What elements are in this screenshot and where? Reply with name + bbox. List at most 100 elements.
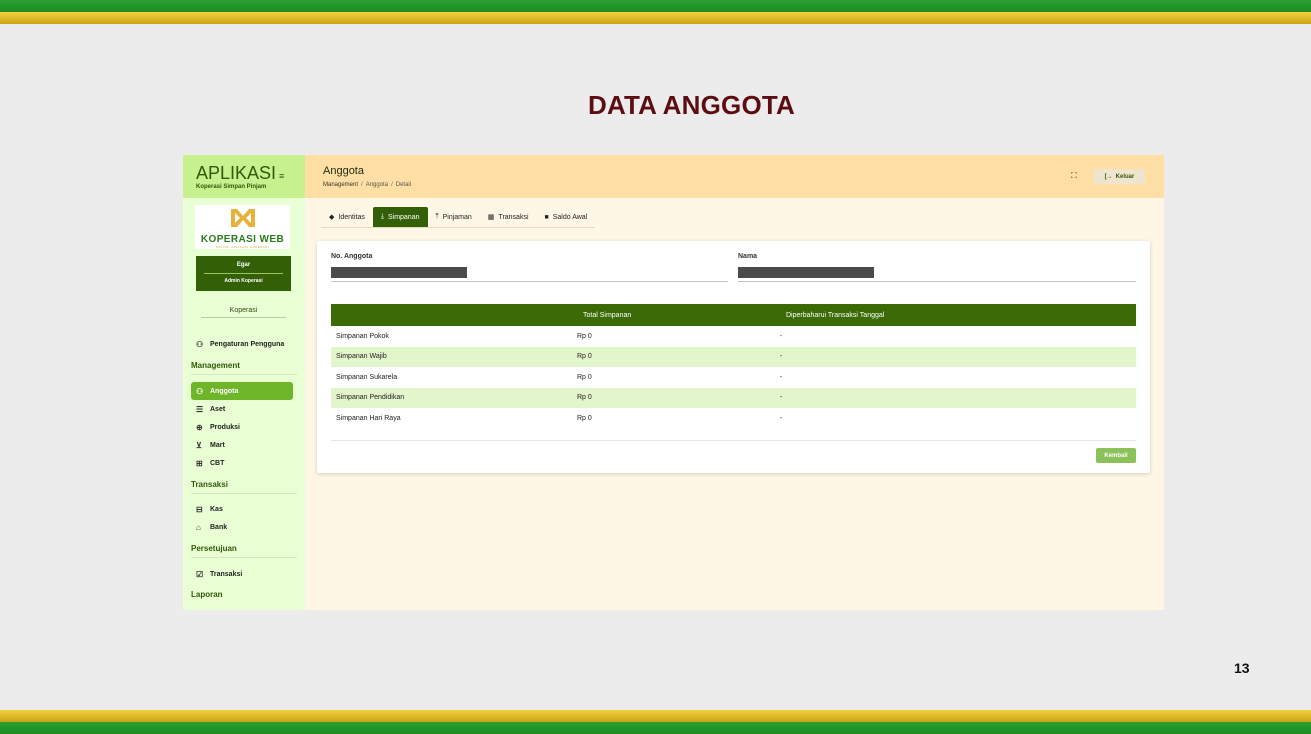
tag-icon: ◆ bbox=[329, 214, 335, 221]
building-icon: ⊞ bbox=[196, 458, 203, 468]
tab-saldo-awal[interactable]: ■ Saldo Awal bbox=[537, 207, 596, 227]
slide-title: DATA ANGGOTA bbox=[588, 90, 795, 120]
card-divider bbox=[331, 440, 1136, 441]
table-header: Total Simpanan Diperbaharui Transaksi Ta… bbox=[331, 304, 1136, 326]
tab-bar: ◆ Identitas ⤓ Simpanan ⤒ Pinjaman ▦ Tran… bbox=[321, 207, 596, 228]
download-icon: ⤓ bbox=[380, 213, 384, 220]
tab-simpanan[interactable]: ⤓ Simpanan bbox=[372, 207, 428, 227]
table-cell: - bbox=[780, 332, 783, 340]
table-cell: Rp 0 bbox=[577, 332, 592, 340]
users-icon: ⚇ bbox=[196, 339, 204, 349]
no-anggota-value-redacted bbox=[331, 267, 467, 278]
sidebar-item-label: Anggota bbox=[210, 387, 239, 395]
org-label[interactable]: Koperasi bbox=[201, 307, 286, 318]
sidebar-item-mart[interactable]: ⊻ Mart bbox=[191, 436, 293, 454]
section-transaksi: Transaksi bbox=[191, 480, 228, 489]
sidebar-item-label: Bank bbox=[210, 523, 228, 531]
app-window: APLIKASI Koperasi Simpan Pinjam ≡ KOPERA… bbox=[183, 155, 1164, 610]
tab-pinjaman[interactable]: ⤒ Pinjaman bbox=[428, 207, 480, 227]
sidebar-item-label: Kas bbox=[210, 505, 223, 513]
fullscreen-icon[interactable]: ⛶ bbox=[1071, 171, 1077, 181]
table-cell: Simpanan Sukarela bbox=[336, 373, 398, 381]
page-title: Anggota bbox=[323, 165, 364, 177]
logout-icon: [→ bbox=[1104, 173, 1113, 180]
table-cell: - bbox=[780, 414, 783, 422]
table-cell: Simpanan Pokok bbox=[336, 332, 389, 340]
tab-label: Transaksi bbox=[498, 213, 529, 221]
table-cell: Simpanan Wajib bbox=[336, 353, 387, 361]
breadcrumb: Management / Anggota / Detail bbox=[323, 182, 412, 188]
user-name: Egar bbox=[204, 256, 283, 274]
nama-value-redacted bbox=[738, 267, 874, 278]
sidebar-item-label: Mart bbox=[210, 441, 225, 449]
sidebar-item-label: Pengaturan Pengguna bbox=[210, 340, 285, 348]
column-header: Total Simpanan bbox=[583, 311, 632, 319]
table-row: Simpanan Hari Raya Rp 0 - bbox=[331, 408, 1136, 429]
sidebar: APLIKASI Koperasi Simpan Pinjam ≡ KOPERA… bbox=[183, 155, 305, 610]
top-band bbox=[0, 0, 1311, 24]
tab-identitas[interactable]: ◆ Identitas bbox=[321, 207, 373, 227]
user-card: Egar Admin Koperasi bbox=[196, 256, 291, 291]
logout-label: Keluar bbox=[1115, 173, 1135, 180]
menu-toggle-icon[interactable]: ≡ bbox=[279, 172, 284, 181]
section-divider bbox=[191, 374, 297, 375]
brand-header: APLIKASI Koperasi Simpan Pinjam ≡ bbox=[183, 155, 305, 198]
breadcrumb-item[interactable]: Management bbox=[323, 182, 358, 188]
sidebar-item-label: Produksi bbox=[210, 423, 240, 431]
logout-button[interactable]: [→ Keluar bbox=[1094, 169, 1145, 184]
section-divider bbox=[191, 493, 297, 494]
tab-label: Pinjaman bbox=[442, 213, 472, 221]
sidebar-item-produksi[interactable]: ⊕ Produksi bbox=[191, 418, 293, 436]
table-cell: - bbox=[780, 394, 783, 402]
sidebar-item-kas[interactable]: ⊟ Kas bbox=[191, 500, 293, 518]
table-row: Simpanan Wajib Rp 0 - bbox=[331, 346, 1136, 367]
home-icon: ⌂ bbox=[196, 522, 201, 532]
table-cell: Simpanan Hari Raya bbox=[336, 414, 401, 422]
section-laporan: Laporan bbox=[191, 590, 223, 599]
breadcrumb-item[interactable]: Anggota bbox=[366, 182, 388, 188]
table-row: Simpanan Pendidikan Rp 0 - bbox=[331, 387, 1136, 408]
user-role: Admin Koperasi bbox=[224, 278, 263, 284]
sidebar-item-anggota[interactable]: ⚇ Anggota bbox=[191, 382, 293, 400]
check-square-icon: ☑ bbox=[196, 569, 204, 579]
logo-text: KOPERASI WEB bbox=[200, 234, 285, 245]
simpanan-table: Total Simpanan Diperbaharui Transaksi Ta… bbox=[331, 304, 1136, 429]
tab-transaksi[interactable]: ▦ Transaksi bbox=[480, 207, 537, 227]
page-number: 13 bbox=[1234, 660, 1250, 676]
tab-label: Identitas bbox=[338, 213, 365, 221]
table-row: Simpanan Pokok Rp 0 - bbox=[331, 326, 1136, 347]
cart-icon: ⊻ bbox=[196, 440, 202, 450]
section-divider bbox=[191, 557, 297, 558]
sidebar-item-label: Aset bbox=[210, 405, 226, 413]
users-icon: ⚇ bbox=[196, 386, 204, 396]
tab-label: Saldo Awal bbox=[552, 213, 588, 221]
top-header: Anggota Management / Anggota / Detail ⛶ [→ K… bbox=[305, 155, 1164, 198]
sidebar-item-bank[interactable]: ⌂ Bank bbox=[191, 518, 293, 536]
detail-card: No. Anggota Nama Total Simpanan Diperbah… bbox=[317, 241, 1150, 473]
section-persetujuan: Persetujuan bbox=[191, 544, 237, 553]
logo-mark-icon bbox=[195, 207, 290, 234]
breadcrumb-item: Detail bbox=[395, 182, 412, 188]
no-anggota-label: No. Anggota bbox=[331, 253, 373, 260]
sidebar-item-cbt[interactable]: ⊞ CBT bbox=[191, 454, 293, 472]
sidebar-item-transaksi[interactable]: ☑ Transaksi bbox=[191, 565, 293, 583]
bottom-band bbox=[0, 710, 1311, 734]
sidebar-item-aset[interactable]: ☰ Aset bbox=[191, 400, 293, 418]
table-cell: Simpanan Pendidikan bbox=[336, 394, 405, 402]
nama-field bbox=[738, 281, 1136, 282]
table-cell: - bbox=[780, 373, 783, 381]
app-subtitle: Koperasi Simpan Pinjam bbox=[196, 184, 267, 190]
back-button[interactable]: Kembali bbox=[1096, 448, 1136, 463]
globe-icon: ⊕ bbox=[196, 422, 203, 432]
calendar-icon: ▦ bbox=[487, 214, 495, 221]
no-anggota-field bbox=[331, 281, 728, 282]
tab-label: Simpanan bbox=[387, 213, 420, 221]
column-header: Diperbaharui Transaksi Tanggal bbox=[786, 311, 885, 319]
inbox-icon: ⊟ bbox=[196, 504, 203, 514]
table-cell: - bbox=[780, 353, 783, 361]
logo: KOPERASI WEB SOLUSI APLIKASI KOPERASI bbox=[195, 205, 290, 249]
book-icon: ■ bbox=[544, 213, 549, 221]
section-management: Management bbox=[191, 361, 240, 370]
app-name: APLIKASI bbox=[196, 163, 277, 183]
sidebar-item-pengaturan-pengguna[interactable]: ⚇ Pengaturan Pengguna bbox=[191, 335, 293, 353]
